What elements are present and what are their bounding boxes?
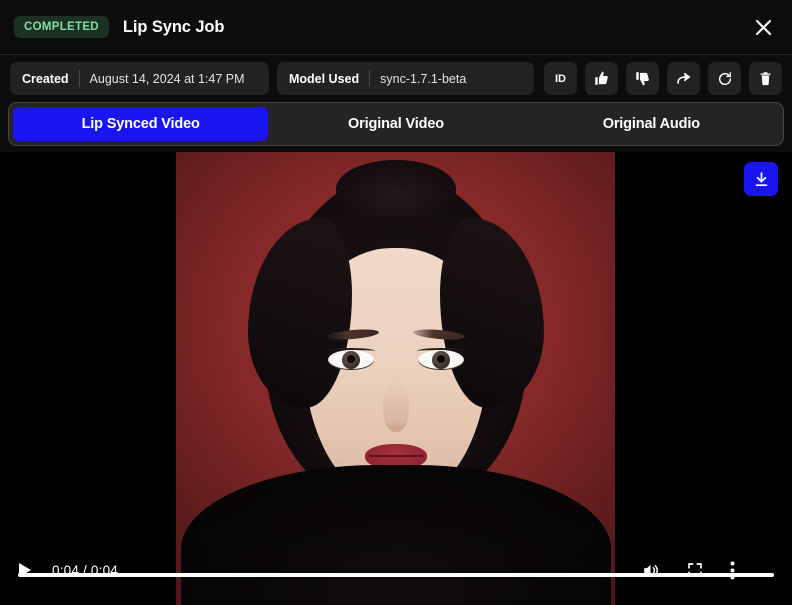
share-arrow-icon (676, 72, 690, 84)
retry-button[interactable] (708, 62, 741, 95)
tab-bar-container: Lip Synced Video Original Video Original… (0, 102, 792, 152)
video-player[interactable] (176, 152, 615, 605)
close-button[interactable] (748, 12, 778, 42)
chip-divider (369, 70, 371, 87)
thumbs-up-button[interactable] (585, 62, 618, 95)
id-button[interactable]: ID (544, 62, 577, 95)
trash-icon (760, 72, 771, 86)
download-icon (755, 171, 767, 186)
tab-original-video[interactable]: Original Video (268, 107, 523, 141)
thumbs-down-button[interactable] (626, 62, 659, 95)
download-button[interactable] (744, 162, 778, 196)
close-icon (755, 19, 771, 35)
created-value: August 14, 2024 at 1:47 PM (89, 71, 245, 86)
metadata-bar: Created August 14, 2024 at 1:47 PM Model… (0, 55, 792, 102)
tab-label: Lip Synced Video (81, 116, 200, 132)
video-stage: 0:04 / 0:04 (0, 152, 792, 605)
video-controls-right (615, 545, 792, 595)
lip-sync-job-modal: COMPLETED Lip Sync Job Created August 14… (0, 0, 792, 605)
video-controls-left: 0:04 / 0:04 (0, 545, 176, 595)
thumbs-down-icon (636, 72, 649, 86)
delete-button[interactable] (749, 62, 782, 95)
created-label: Created (22, 71, 69, 86)
tab-label: Original Audio (602, 116, 700, 132)
tab-original-audio[interactable]: Original Audio (524, 107, 779, 141)
modal-header: COMPLETED Lip Sync Job (0, 0, 792, 55)
action-button-group: ID (544, 62, 782, 95)
model-used-value: sync-1.7.1-beta (380, 71, 467, 86)
id-button-label: ID (555, 72, 566, 85)
chip-divider (78, 70, 80, 87)
created-chip: Created August 14, 2024 at 1:47 PM (10, 62, 269, 95)
model-used-chip: Model Used sync-1.7.1-beta (276, 62, 534, 95)
share-button[interactable] (667, 62, 700, 95)
model-used-label: Model Used (288, 71, 360, 86)
tab-label: Original Video (348, 116, 444, 132)
tab-lip-synced-video[interactable]: Lip Synced Video (13, 107, 269, 141)
tab-bar: Lip Synced Video Original Video Original… (8, 102, 784, 146)
status-badge: COMPLETED (14, 15, 109, 39)
refresh-icon (718, 71, 731, 85)
thumbs-up-icon (595, 71, 608, 85)
video-vignette (176, 152, 615, 605)
page-title: Lip Sync Job (122, 17, 225, 36)
progress-bar[interactable] (18, 573, 774, 577)
progress-bar-fill (18, 573, 774, 577)
